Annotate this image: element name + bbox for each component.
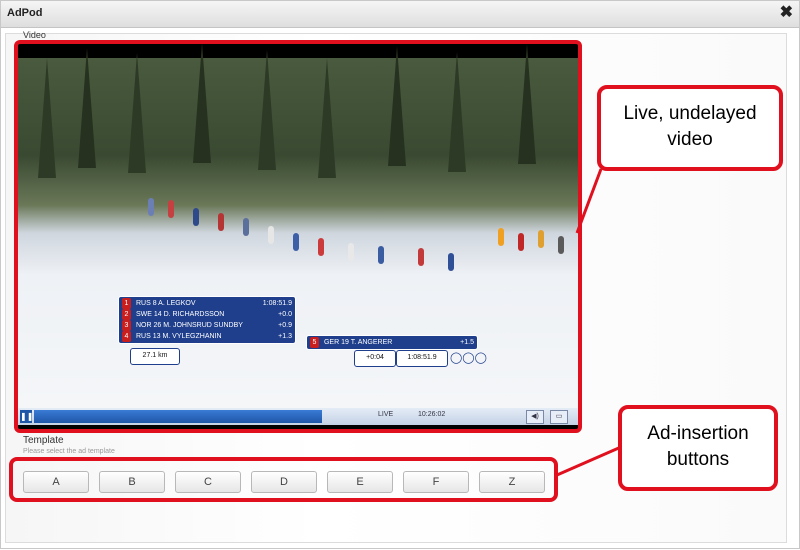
ad-button-d[interactable]: D (251, 471, 317, 493)
fullscreen-icon[interactable]: ▭ (550, 410, 568, 424)
callout-ad-buttons: Ad-insertion buttons (618, 405, 778, 491)
ad-button-e[interactable]: E (327, 471, 393, 493)
ad-button-a[interactable]: A (23, 471, 89, 493)
play-pause-icon[interactable]: ❚❚ (20, 410, 33, 423)
template-hint: Please select the ad template (23, 448, 115, 455)
ad-button-group: A B C D E F Z (9, 457, 558, 502)
template-section-label: Template (23, 435, 64, 446)
ad-button-b[interactable]: B (99, 471, 165, 493)
leader-row: 1 RUS 8 A. LEGKOV 1:08:51.9 (122, 298, 292, 309)
video-player[interactable]: 1 RUS 8 A. LEGKOV 1:08:51.9 2 SWE 14 D. … (14, 40, 582, 433)
time-badge: 1:08:51.9 (396, 350, 448, 367)
ad-button-c[interactable]: C (175, 471, 241, 493)
video-frame-image: 1 RUS 8 A. LEGKOV 1:08:51.9 2 SWE 14 D. … (18, 44, 578, 408)
athlete-overlay: 5 GER 19 T. ANGERER +1.5 (306, 335, 478, 350)
leader-row: 2 SWE 14 D. RICHARDSSON +0.0 (122, 309, 292, 320)
live-label: LIVE (378, 411, 394, 418)
close-icon[interactable]: ✖ (780, 4, 793, 22)
distance-badge: 27.1 km (130, 348, 180, 365)
adpod-window: AdPod ✖ Video 1 RUS 8 A. LEGKOV 1:08:51.… (0, 0, 800, 549)
olympic-rings-logo: ◯◯◯ (450, 352, 487, 364)
ad-button-f[interactable]: F (403, 471, 469, 493)
window-title: AdPod (7, 7, 43, 19)
clock-display: 10:26:02 (418, 411, 446, 418)
player-controls: ❚❚ LIVE 10:26:02 ◀) ▭ (18, 408, 578, 425)
video-section-label: Video (23, 30, 46, 40)
leader-row: 4 RUS 13 M. VYLEGZHANIN +1.3 (122, 331, 292, 342)
leader-row: 3 NOR 26 M. JOHNSRUD SUNDBY +0.9 (122, 320, 292, 331)
ad-button-z[interactable]: Z (479, 471, 545, 493)
seek-bar[interactable] (34, 410, 322, 423)
volume-icon[interactable]: ◀) (526, 410, 544, 424)
leaderboard-overlay: 1 RUS 8 A. LEGKOV 1:08:51.9 2 SWE 14 D. … (118, 296, 296, 344)
title-bar: AdPod ✖ (1, 1, 799, 28)
callout-live-video: Live, undelayed video (597, 85, 783, 171)
split-badge: +0:04 (354, 350, 396, 367)
